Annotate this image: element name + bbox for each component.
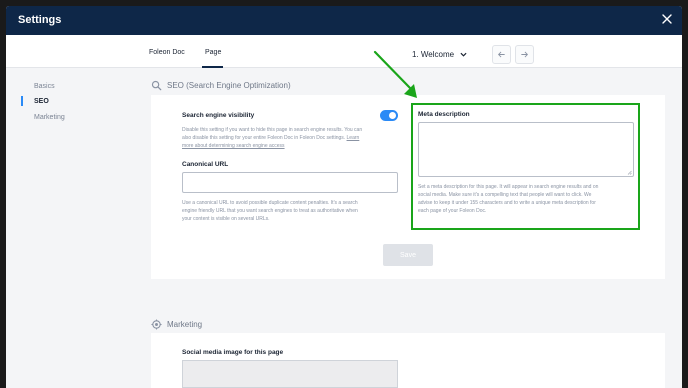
arrow-right-icon: [521, 51, 529, 58]
next-page-button[interactable]: [515, 45, 534, 64]
annotation-arrow-icon: [373, 50, 417, 98]
learn-more-link-cont[interactable]: more about determining search engine acc…: [182, 142, 397, 150]
active-tab-indicator: [202, 66, 223, 68]
search-icon: [151, 80, 162, 91]
canonical-help: Use a canonical URL to avoid possible du…: [182, 200, 358, 222]
modal-titlebar: Settings: [6, 6, 682, 35]
marketing-section-heading: Marketing: [151, 319, 202, 330]
close-icon[interactable]: [660, 12, 674, 26]
visibility-toggle[interactable]: [380, 110, 398, 121]
canonical-url-label: Canonical URL: [182, 161, 229, 168]
canonical-url-input[interactable]: [182, 172, 398, 193]
meta-description-label: Meta description: [418, 111, 470, 118]
sidebar-item-basics[interactable]: Basics: [34, 83, 55, 90]
sidebar-item-seo[interactable]: SEO: [34, 98, 49, 105]
chevron-down-icon: [460, 52, 467, 57]
tab-foleon-doc[interactable]: Foleon Doc: [149, 49, 185, 56]
settings-modal: Settings Foleon Doc Page 1. Welcome Basi…: [6, 6, 682, 388]
settings-tabs-bar: Foleon Doc Page 1. Welcome: [6, 35, 682, 68]
toggle-knob: [389, 112, 396, 119]
resize-handle-icon[interactable]: [627, 170, 632, 175]
arrow-left-icon: [497, 51, 505, 58]
visibility-help: Disable this setting if you want to hide…: [182, 126, 397, 150]
sidebar-item-marketing[interactable]: Marketing: [34, 114, 65, 121]
target-icon: [151, 319, 162, 330]
meta-description-help: Set a meta description for this page. It…: [418, 184, 599, 214]
tab-page[interactable]: Page: [205, 49, 221, 56]
social-image-dropzone[interactable]: [182, 360, 398, 388]
seo-section-heading: SEO (Search Engine Optimization): [151, 80, 291, 91]
previous-page-button[interactable]: [492, 45, 511, 64]
social-image-label: Social media image for this page: [182, 349, 284, 356]
sidebar-active-indicator: [21, 96, 23, 106]
settings-sidebar: [6, 68, 148, 388]
visibility-label: Search engine visibility: [182, 112, 255, 119]
meta-description-textarea[interactable]: [418, 122, 634, 177]
seo-heading-text: SEO (Search Engine Optimization): [167, 81, 291, 90]
save-button[interactable]: Save: [383, 244, 433, 266]
modal-title: Settings: [18, 14, 62, 26]
learn-more-link[interactable]: Learn: [347, 135, 360, 141]
marketing-heading-text: Marketing: [167, 320, 203, 329]
